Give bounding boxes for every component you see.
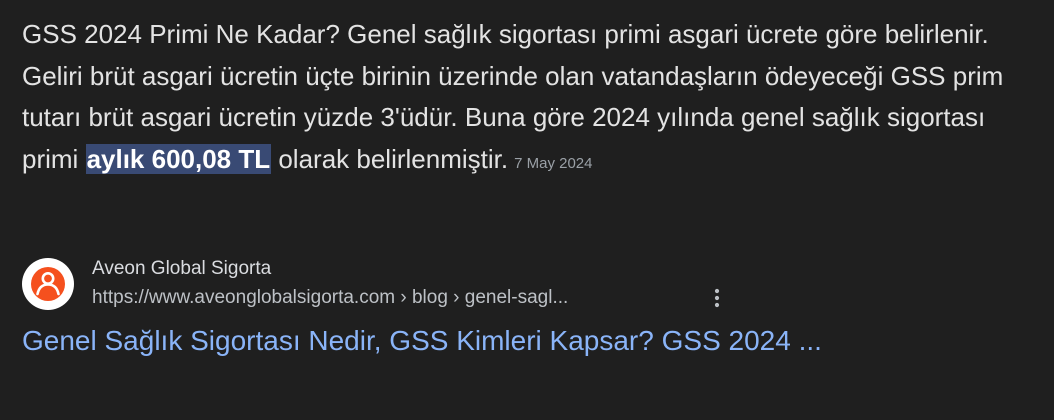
site-name[interactable]: Aveon Global Sigorta xyxy=(92,258,271,280)
site-url[interactable]: https://www.aveonglobalsigorta.com › blo… xyxy=(92,287,568,309)
snippet-text-after: olarak belirlenmiştir. xyxy=(271,143,509,174)
featured-snippet-text: GSS 2024 Primi Ne Kadar? Genel sağlık si… xyxy=(22,14,1032,184)
snippet-highlight: aylık 600,08 TL xyxy=(85,143,272,174)
result-title-link[interactable]: Genel Sağlık Sigortası Nedir, GSS Kimler… xyxy=(22,322,922,360)
source-attribution[interactable]: Aveon Global Sigorta https://www.aveongl… xyxy=(22,256,1032,314)
aveon-logo-icon[interactable] xyxy=(22,258,74,310)
more-vert-icon[interactable] xyxy=(708,286,726,310)
snippet-date: 7 May 2024 xyxy=(514,154,593,172)
